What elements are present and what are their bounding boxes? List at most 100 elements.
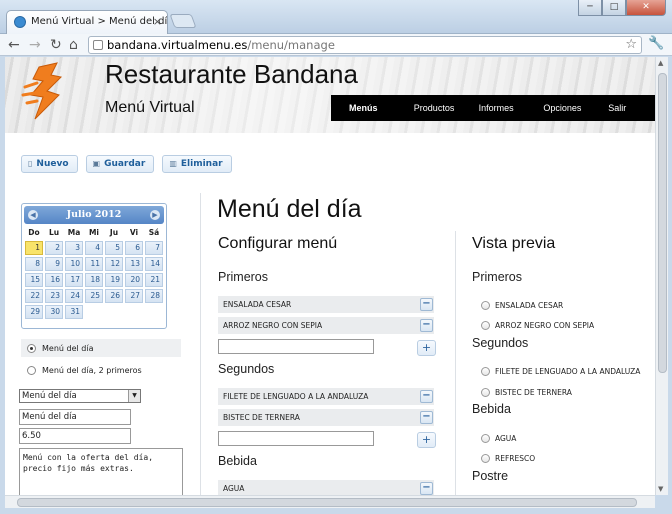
config-dish-row: BISTEC DE TERNERA −: [218, 409, 434, 426]
column-divider: [455, 231, 456, 495]
logo-icon: [21, 62, 63, 120]
preview-dish-option[interactable]: REFRESCO: [481, 454, 535, 463]
menu-option-0[interactable]: Menú del día: [21, 339, 181, 357]
add-dish-button[interactable]: +: [417, 340, 436, 356]
calendar-day[interactable]: 7: [145, 241, 163, 255]
calendar-day[interactable]: 24: [65, 289, 83, 303]
horizontal-scrollbar[interactable]: [5, 495, 655, 508]
scroll-up-icon[interactable]: ▲: [658, 59, 663, 67]
guardar-button[interactable]: ▣ Guardar: [85, 155, 155, 173]
calendar-day[interactable]: 6: [125, 241, 143, 255]
calendar-day[interactable]: 19: [105, 273, 123, 287]
calendar-day[interactable]: 31: [65, 305, 83, 319]
preview-title: Vista previa: [472, 235, 556, 252]
calendar-day[interactable]: 28: [145, 289, 163, 303]
config-dish-row: FILETE DE LENGUADO A LA ANDALUZA −: [218, 388, 434, 405]
calendar-weekday: Ma: [67, 228, 81, 237]
scrollbar-thumb[interactable]: [17, 498, 637, 507]
remove-dish-button[interactable]: −: [420, 411, 433, 424]
nav-menus[interactable]: Menús: [331, 95, 396, 121]
menu-type-select[interactable]: Menú del día ▼: [19, 389, 141, 403]
add-dish-input[interactable]: [218, 339, 374, 354]
eliminar-button[interactable]: ▥ Eliminar: [162, 155, 232, 173]
address-bar[interactable]: bandana.virtualmenu.es/menu/manage ☆: [88, 36, 642, 54]
page-viewport: Restaurante Bandana Menú Virtual Menús P…: [5, 57, 655, 495]
nav-informes[interactable]: Informes: [461, 95, 526, 121]
preview-dish-option[interactable]: FILETE DE LENGUADO A LA ANDALUZA: [481, 367, 640, 376]
calendar-day[interactable]: 4: [85, 241, 103, 255]
calendar-day[interactable]: 23: [45, 289, 63, 303]
vertical-scrollbar[interactable]: ▲ ▼: [655, 57, 668, 495]
remove-dish-button[interactable]: −: [420, 298, 433, 311]
menu-price-field[interactable]: 6.50: [19, 428, 131, 444]
calendar-day[interactable]: 8: [25, 257, 43, 271]
scroll-down-icon[interactable]: ▼: [658, 485, 663, 493]
reload-icon[interactable]: ↻: [50, 36, 62, 54]
calendar-day[interactable]: 12: [105, 257, 123, 271]
add-dish-button[interactable]: +: [417, 432, 436, 448]
remove-dish-button[interactable]: −: [420, 319, 433, 332]
preview-dish-option[interactable]: BISTEC DE TERNERA: [481, 388, 572, 397]
nav-productos[interactable]: Productos: [396, 95, 461, 121]
nav-opciones[interactable]: Opciones: [525, 95, 590, 121]
calendar-day[interactable]: 20: [125, 273, 143, 287]
back-arrow-icon[interactable]: ←: [8, 36, 20, 54]
calendar-day[interactable]: 5: [105, 241, 123, 255]
calendar-day[interactable]: 11: [85, 257, 103, 271]
browser-tab[interactable]: Menú Virtual > Menú del dí ×: [6, 10, 168, 34]
nuevo-button[interactable]: ▯ Nuevo: [21, 155, 78, 173]
wrench-icon[interactable]: 🔧: [648, 36, 664, 51]
calendar-day[interactable]: 2: [45, 241, 63, 255]
chevron-down-icon: ▼: [128, 390, 140, 402]
calendar-day[interactable]: 13: [125, 257, 143, 271]
calendar-day[interactable]: 15: [25, 273, 43, 287]
calendar-day[interactable]: 9: [45, 257, 63, 271]
minimize-icon[interactable]: ─: [578, 0, 602, 16]
forward-arrow-icon[interactable]: →: [29, 36, 41, 54]
preview-group-segundos: Segundos: [472, 336, 529, 350]
radio-icon: [481, 388, 490, 397]
next-month-icon[interactable]: ▶: [150, 210, 160, 220]
trash-icon: ▥: [169, 159, 177, 168]
new-tab-button[interactable]: [169, 14, 197, 28]
page-icon: [93, 40, 103, 50]
calendar-day[interactable]: 26: [105, 289, 123, 303]
favicon-icon: [14, 16, 26, 28]
scrollbar-thumb[interactable]: [658, 73, 667, 373]
nav-salir[interactable]: Salir: [590, 95, 655, 121]
calendar-day[interactable]: 29: [25, 305, 43, 319]
calendar-day[interactable]: 17: [65, 273, 83, 287]
calendar-day[interactable]: 27: [125, 289, 143, 303]
calendar-day[interactable]: 16: [45, 273, 63, 287]
menu-option-1[interactable]: Menú del día, 2 primeros: [21, 361, 181, 379]
close-window-icon[interactable]: ✕: [626, 0, 666, 16]
calendar-day[interactable]: 1: [25, 241, 43, 255]
calendar-day[interactable]: 18: [85, 273, 103, 287]
calendar-day[interactable]: 3: [65, 241, 83, 255]
maximize-icon[interactable]: □: [602, 0, 626, 16]
preview-dish-option[interactable]: AGUA: [481, 434, 516, 443]
radio-icon: [27, 365, 36, 375]
calendar-month: Julio 2012: [66, 209, 122, 220]
calendar-day[interactable]: 22: [25, 289, 43, 303]
remove-dish-button[interactable]: −: [420, 390, 433, 403]
calendar-day[interactable]: 25: [85, 289, 103, 303]
prev-month-icon[interactable]: ◀: [28, 210, 38, 220]
preview-dish-option[interactable]: ARROZ NEGRO CON SEPIA: [481, 321, 594, 330]
calendar-day[interactable]: 21: [145, 273, 163, 287]
menu-description-field[interactable]: Menú con la oferta del día, precio fijo …: [19, 448, 183, 495]
preview-group-primeros: Primeros: [472, 270, 523, 284]
url-path: /menu/manage: [247, 38, 335, 52]
bookmark-star-icon[interactable]: ☆: [625, 37, 637, 53]
calendar-day[interactable]: 10: [65, 257, 83, 271]
home-icon[interactable]: ⌂: [69, 36, 78, 54]
calendar-day[interactable]: 14: [145, 257, 163, 271]
config-dish-row: AGUA −: [218, 480, 434, 495]
close-tab-icon[interactable]: ×: [153, 15, 162, 28]
calendar-day[interactable]: 30: [45, 305, 63, 319]
menu-name-field[interactable]: Menú del día: [19, 409, 131, 425]
preview-dish-option[interactable]: ENSALADA CESAR: [481, 301, 563, 310]
add-dish-input[interactable]: [218, 431, 374, 446]
page-title: Menú del día: [217, 195, 362, 223]
remove-dish-button[interactable]: −: [420, 482, 433, 495]
